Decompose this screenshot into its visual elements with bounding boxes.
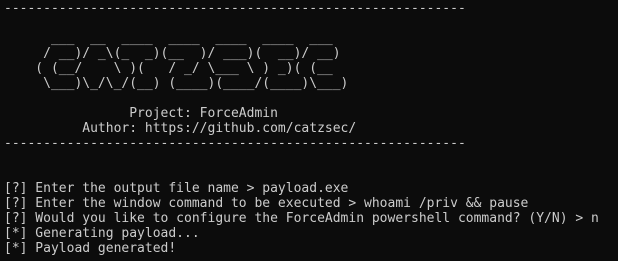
generating-status-line: [*] Generating payload... — [4, 226, 200, 241]
output-file-prompt: [?] Enter the output file name > payload… — [4, 181, 349, 196]
project-name-line: Project: ForceAdmin — [4, 106, 278, 121]
ascii-logo-line: / __)/ _\(_ _)(__ )/ ___)( __)/ __) — [4, 46, 341, 61]
ascii-logo-line: ___ __ ____ ____ ____ ____ ___ — [4, 31, 333, 46]
generated-status-text: [*] Payload generated! — [4, 241, 177, 256]
banner-top-divider: ----------------------------------------… — [4, 1, 466, 16]
terminal-window[interactable]: ----------------------------------------… — [0, 0, 618, 261]
window-command-prompt: [?] Enter the window command to be execu… — [4, 196, 529, 211]
generated-status-line: [*] Payload generated! — [4, 241, 618, 256]
author-line: Author: https://github.com/catzsec/ — [4, 121, 357, 136]
configure-command-prompt: [?] Would you like to configure the Forc… — [4, 211, 599, 226]
banner-bottom-divider: ----------------------------------------… — [4, 136, 466, 151]
ascii-logo-line: \___)\_/\_/(__) (____)(____/(____)\___) — [4, 76, 349, 91]
ascii-logo-line: ( (__/ \ )( / _/ \___ \ ) _)( (__ — [4, 61, 333, 76]
